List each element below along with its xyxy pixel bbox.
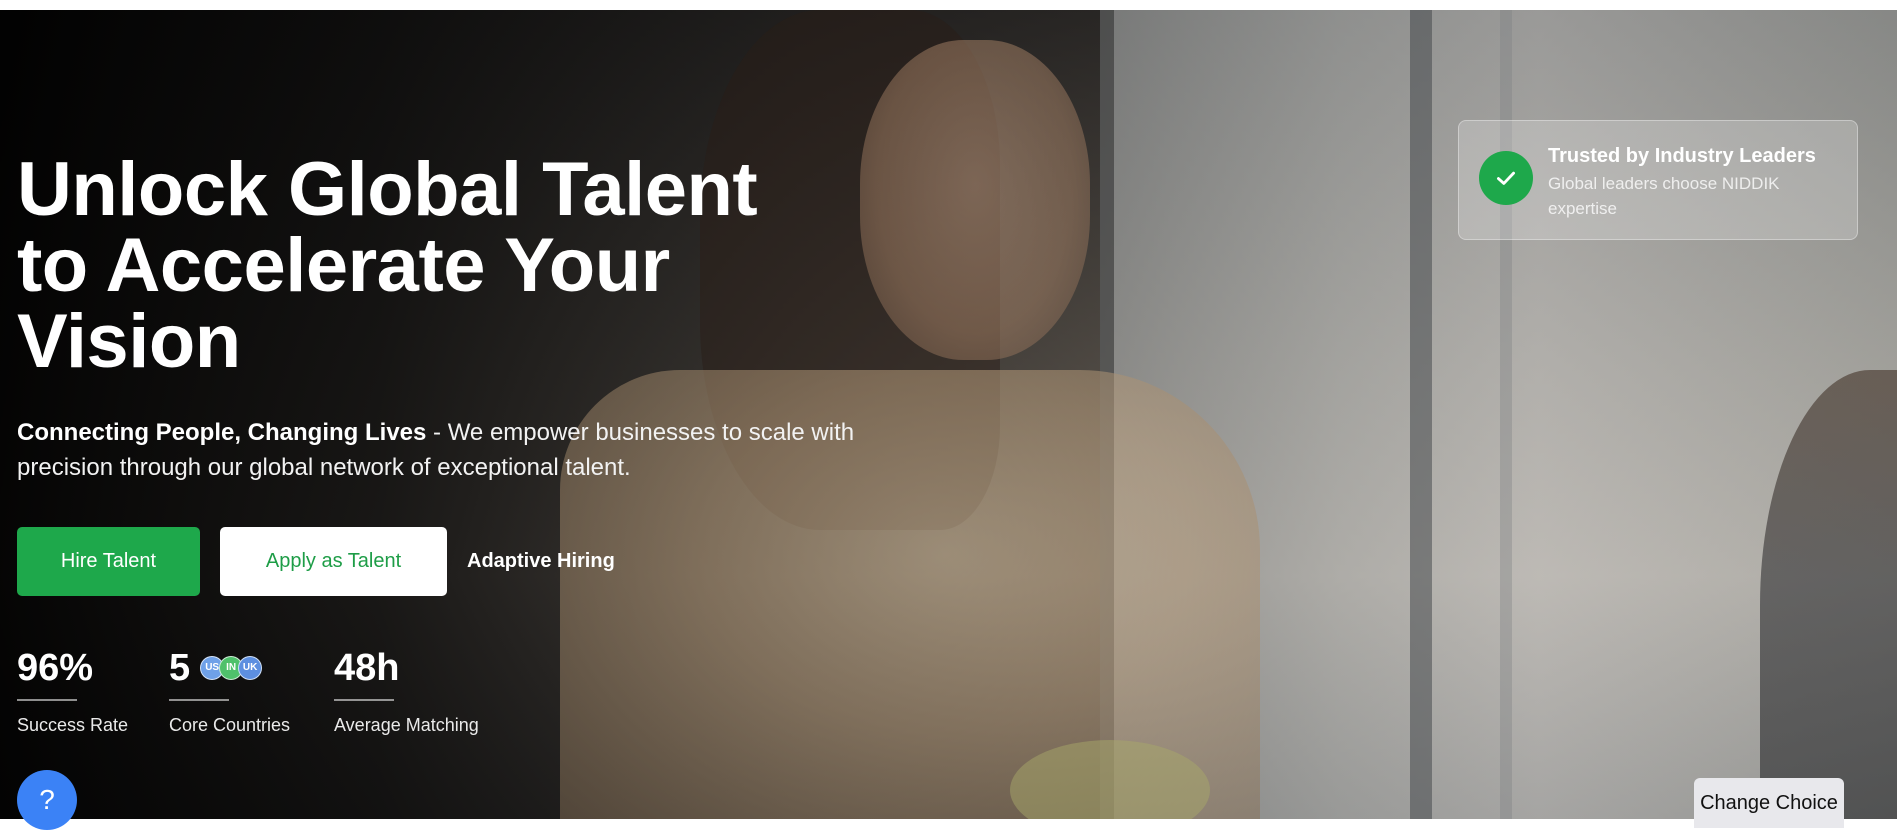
- stat-success-rate: 96% Success Rate: [17, 645, 128, 736]
- stat-label: Average Matching: [334, 715, 479, 735]
- check-icon: [1479, 151, 1533, 205]
- adaptive-hiring-link[interactable]: Adaptive Hiring: [467, 527, 615, 596]
- hero-subtitle-tagline: Connecting People, Changing Lives: [17, 419, 427, 446]
- top-bar: [0, 0, 1897, 10]
- stat-label: Success Rate: [17, 715, 129, 735]
- trust-badge-text: Trusted by Industry Leaders Global leade…: [1548, 143, 1837, 221]
- trust-badge-card: Trusted by Industry Leaders Global leade…: [1458, 120, 1858, 240]
- stat-value: 5: [169, 647, 191, 689]
- stat-core-countries: 5 US IN UK Core Countries: [169, 645, 290, 736]
- background-window-frame: [1410, 10, 1432, 819]
- change-choice-button[interactable]: Change Choice: [1694, 778, 1844, 828]
- background-person-face: [860, 40, 1090, 360]
- hero-title: Unlock Global Talent to Accelerate Your …: [17, 152, 837, 380]
- stat-divider: [17, 699, 77, 701]
- country-flags: US IN UK: [200, 656, 263, 680]
- hero-title-line: to Accelerate Your: [17, 223, 670, 308]
- country-flag-uk: UK: [238, 656, 263, 680]
- stat-label: Core Countries: [169, 715, 291, 735]
- hero-subtitle: Connecting People, Changing Lives - We e…: [17, 415, 857, 485]
- apply-as-talent-button[interactable]: Apply as Talent: [220, 527, 447, 596]
- stat-value: 96%: [17, 647, 94, 689]
- trust-badge-title: Trusted by Industry Leaders: [1548, 145, 1816, 167]
- stat-average-matching: 48h Average Matching: [334, 645, 479, 736]
- stat-value: 48h: [334, 647, 400, 689]
- trust-badge-description: Global leaders choose NIDDIK expertise: [1548, 174, 1780, 218]
- hero-title-line: Unlock Global Talent: [17, 147, 758, 232]
- stat-value-row: 5 US IN UK: [169, 645, 290, 691]
- hire-talent-button[interactable]: Hire Talent: [17, 527, 200, 596]
- stat-divider: [334, 699, 394, 701]
- hero-title-line: Vision: [17, 299, 241, 384]
- stat-divider: [169, 699, 229, 701]
- help-button[interactable]: ?: [17, 770, 77, 830]
